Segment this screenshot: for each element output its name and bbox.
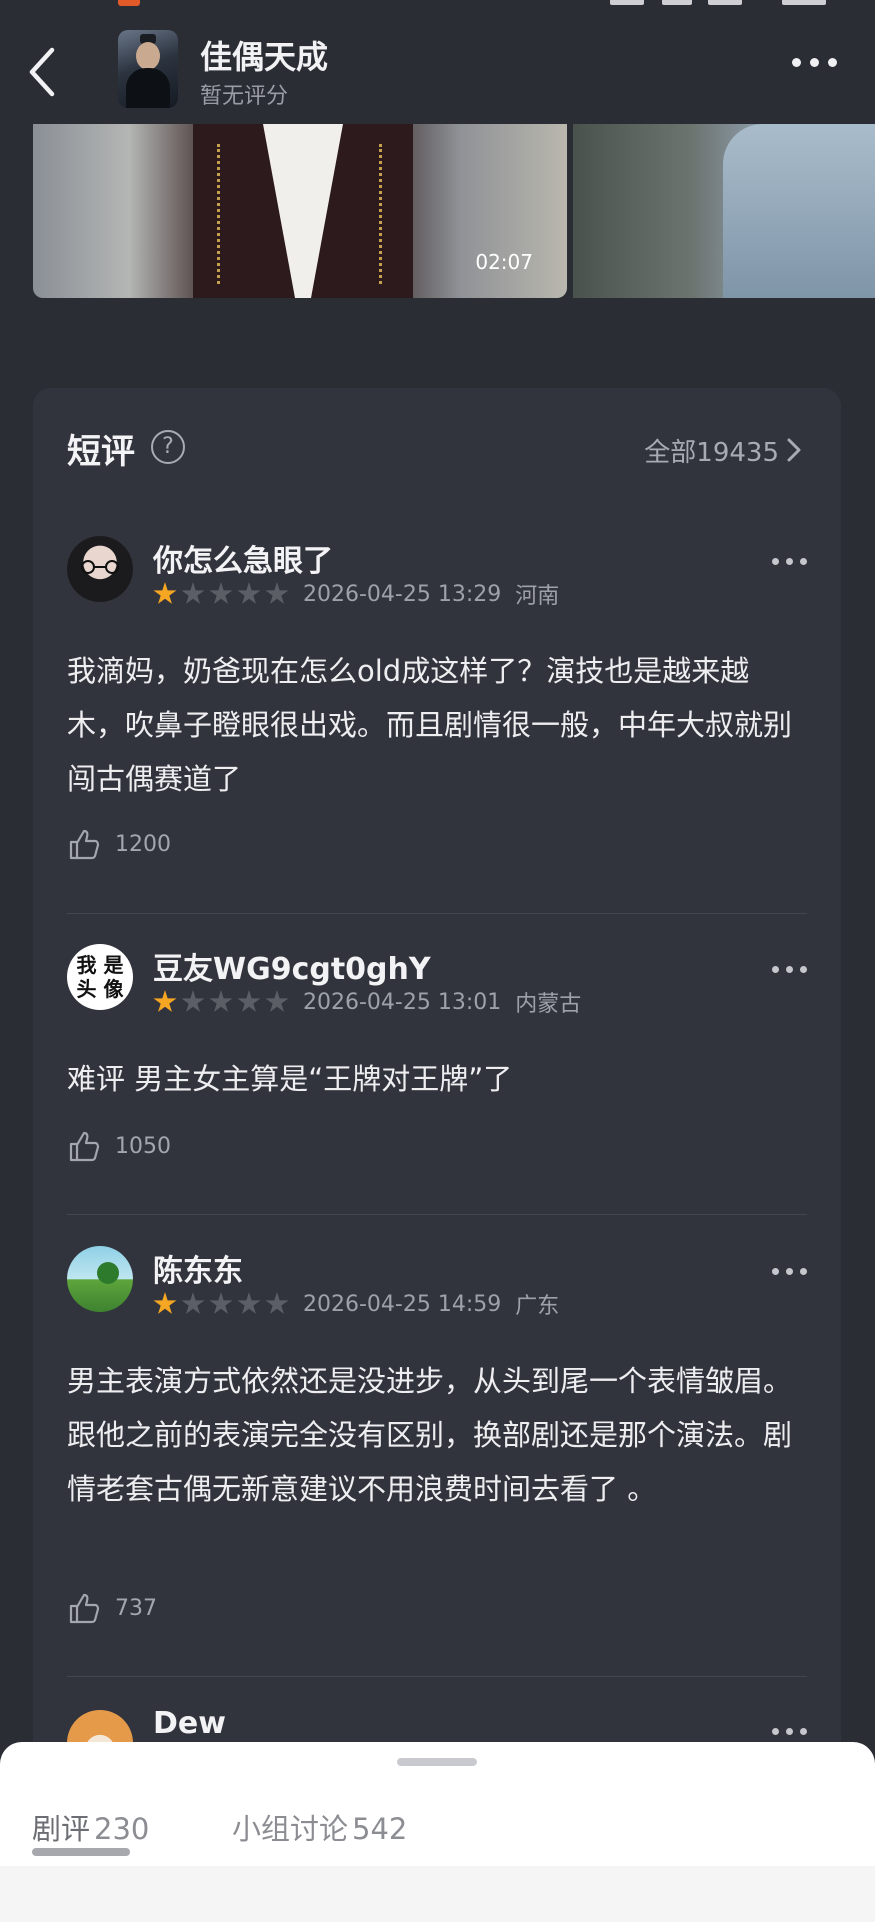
review-text: 男主表演方式依然还是没进步，从头到尾一个表情皱眉。跟他之前的表演完全没有区别，换… bbox=[67, 1364, 793, 1506]
status-bar bbox=[0, 0, 875, 16]
like-button[interactable]: 1200 bbox=[67, 826, 171, 862]
thumbs-up-icon bbox=[69, 1593, 100, 1624]
like-button[interactable]: 737 bbox=[67, 1590, 157, 1626]
review-item: 我 是头 像 豆友WG9cgt0ghY 2026-04-25 13:01 内蒙古 bbox=[67, 944, 807, 1044]
video-duration: 02:07 bbox=[475, 250, 533, 274]
section-title: 短评 bbox=[67, 432, 135, 472]
review-datetime: 2026-04-25 13:29 bbox=[303, 581, 502, 607]
show-poster[interactable] bbox=[118, 30, 178, 108]
tab-reviews[interactable]: 剧评 230 bbox=[32, 1806, 149, 1848]
all-reviews-link[interactable]: 全部19435 bbox=[644, 432, 779, 469]
star-empty-icon bbox=[265, 990, 289, 1012]
review-meta: 2026-04-25 13:29 河南 bbox=[153, 578, 559, 610]
reviewer-name[interactable]: Dew bbox=[153, 1706, 226, 1741]
thumbs-up-icon bbox=[69, 1131, 100, 1162]
star-empty-icon bbox=[209, 990, 233, 1012]
star-empty-icon bbox=[237, 1292, 261, 1314]
review-location: 广东 bbox=[515, 1294, 560, 1319]
video-thumbnail[interactable]: 02:07 bbox=[33, 124, 567, 298]
star-filled-icon bbox=[153, 990, 177, 1012]
wifi-icon bbox=[708, 0, 742, 5]
signal-icon bbox=[662, 0, 692, 5]
sheet-footer bbox=[0, 1866, 875, 1922]
divider bbox=[67, 913, 807, 914]
short-reviews-card: 短评 ? 全部19435 你怎么急眼了 2026-04-25 13:29 河南 … bbox=[33, 388, 841, 1922]
star-rating bbox=[153, 1292, 289, 1316]
review-datetime: 2026-04-25 14:59 bbox=[303, 1291, 502, 1317]
review-more-icon[interactable] bbox=[772, 966, 807, 973]
star-filled-icon bbox=[153, 1292, 177, 1314]
avatar-text: 我 是头 像 bbox=[76, 953, 124, 1001]
star-empty-icon bbox=[237, 990, 261, 1012]
tab-group-discussion[interactable]: 小组讨论 542 bbox=[232, 1806, 407, 1848]
battery-icon bbox=[782, 0, 826, 5]
more-options-icon[interactable] bbox=[792, 58, 837, 67]
thumbs-up-icon bbox=[69, 829, 100, 860]
review-location: 河南 bbox=[515, 584, 560, 609]
reviewer-name[interactable]: 你怎么急眼了 bbox=[153, 536, 333, 580]
glasses-icon bbox=[81, 560, 119, 574]
like-count: 1050 bbox=[115, 1133, 171, 1159]
review-item: 陈东东 2026-04-25 14:59 广东 bbox=[67, 1246, 807, 1346]
review-text: 难评 男主女主算是“王牌对王牌”了 bbox=[67, 1062, 513, 1096]
review-meta: 2026-04-25 14:59 广东 bbox=[153, 1288, 559, 1320]
like-count: 1200 bbox=[115, 831, 171, 857]
like-count: 737 bbox=[115, 1595, 157, 1621]
star-empty-icon bbox=[181, 1292, 205, 1314]
help-icon[interactable]: ? bbox=[151, 430, 185, 464]
star-filled-icon bbox=[153, 582, 177, 604]
review-more-icon[interactable] bbox=[772, 1728, 807, 1735]
star-empty-icon bbox=[209, 582, 233, 604]
network-indicator bbox=[610, 0, 644, 5]
back-arrow-icon[interactable] bbox=[24, 44, 64, 100]
divider bbox=[67, 1676, 807, 1677]
star-empty-icon bbox=[209, 1292, 233, 1314]
active-tab-indicator bbox=[32, 1848, 130, 1856]
avatar[interactable] bbox=[67, 536, 133, 602]
avatar[interactable]: 我 是头 像 bbox=[67, 944, 133, 1010]
still-thumbnail[interactable] bbox=[573, 124, 875, 298]
notification-dot bbox=[118, 0, 140, 6]
avatar[interactable] bbox=[67, 1246, 133, 1312]
review-location: 内蒙古 bbox=[515, 992, 582, 1017]
chevron-right-icon[interactable] bbox=[783, 436, 805, 464]
star-empty-icon bbox=[237, 582, 261, 604]
review-more-icon[interactable] bbox=[772, 1268, 807, 1275]
top-bar: 佳偶天成 暂无评分 bbox=[0, 18, 875, 124]
star-empty-icon bbox=[265, 582, 289, 604]
star-empty-icon bbox=[181, 990, 205, 1012]
reviewer-name[interactable]: 陈东东 bbox=[153, 1246, 243, 1290]
divider bbox=[67, 1214, 807, 1215]
reviewer-name[interactable]: 豆友WG9cgt0ghY bbox=[153, 944, 431, 988]
star-empty-icon bbox=[265, 1292, 289, 1314]
rating-status: 暂无评分 bbox=[200, 84, 289, 109]
sheet-drag-handle[interactable] bbox=[397, 1758, 477, 1766]
show-title: 佳偶天成 bbox=[200, 38, 329, 76]
review-datetime: 2026-04-25 13:01 bbox=[303, 989, 502, 1015]
star-rating bbox=[153, 990, 289, 1014]
star-rating bbox=[153, 582, 289, 606]
review-meta: 2026-04-25 13:01 内蒙古 bbox=[153, 986, 581, 1018]
star-empty-icon bbox=[181, 582, 205, 604]
review-text: 我滴妈，奶爸现在怎么old成这样了？演技也是越来越木，吹鼻子瞪眼很出戏。而且剧情… bbox=[67, 654, 793, 796]
short-reviews-header: 短评 ? 全部19435 bbox=[33, 388, 841, 508]
review-more-icon[interactable] bbox=[772, 558, 807, 565]
like-button[interactable]: 1050 bbox=[67, 1128, 171, 1164]
